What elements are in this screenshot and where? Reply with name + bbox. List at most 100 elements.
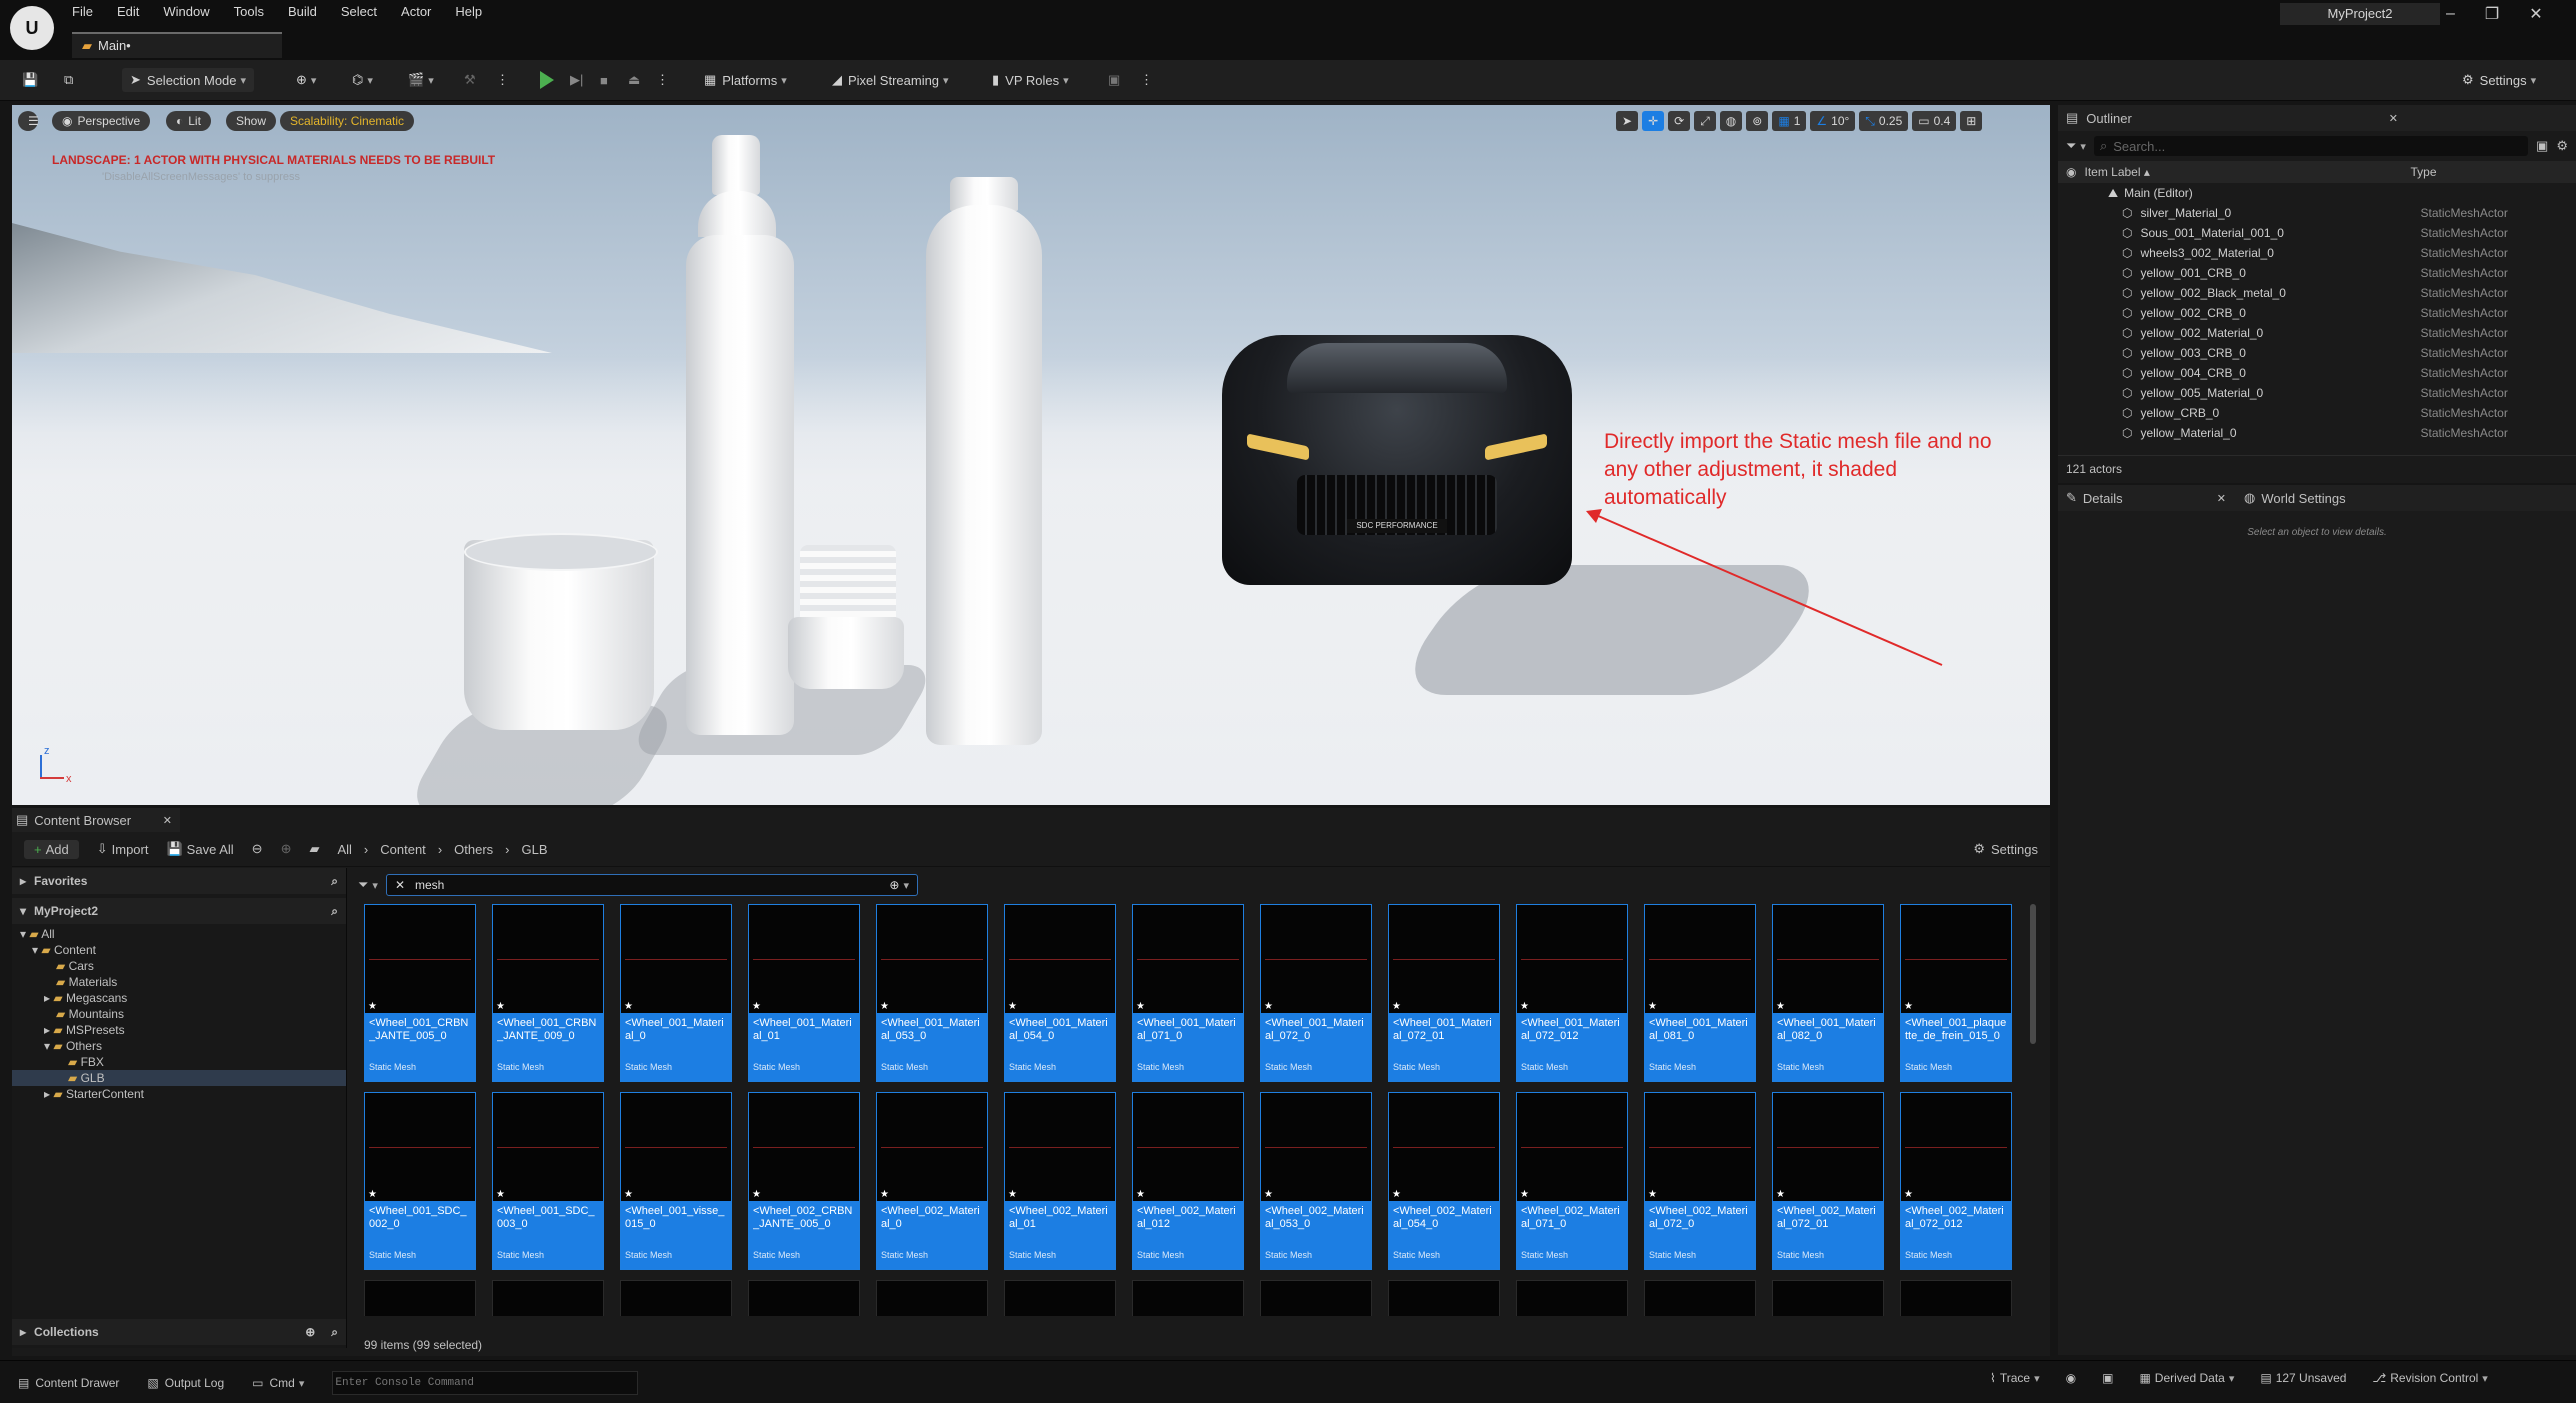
asset-tile-partial[interactable] — [1644, 1280, 1756, 1316]
settings-dropdown[interactable]: ⚙ Settings — [2462, 68, 2536, 92]
asset-tile[interactable]: ★ <Wheel_001_Material_072_012 Static Mesh — [1516, 904, 1628, 1082]
lit-button[interactable]: ◐ Lit — [166, 111, 211, 131]
asset-tile-partial[interactable] — [876, 1280, 988, 1316]
project-section[interactable]: ▾ MyProject2 ⌕ — [12, 898, 346, 924]
favorite-star-icon[interactable]: ★ — [1648, 1001, 1657, 1012]
outliner-row[interactable]: ⬡ yellow_Material_0 StaticMeshActor — [2058, 423, 2576, 443]
menu-tools[interactable]: Tools — [234, 4, 264, 19]
favorite-star-icon[interactable]: ★ — [624, 1001, 633, 1012]
tree-materials[interactable]: ▰ Materials — [12, 974, 346, 990]
outliner-row[interactable]: ⬡ yellow_CRB_0 StaticMeshActor — [2058, 403, 2576, 423]
virtual-camera-icon[interactable]: ▣ — [1108, 68, 1120, 92]
translate-icon[interactable]: ✛ — [1642, 111, 1665, 131]
menu-help[interactable]: Help — [455, 4, 482, 19]
outliner-row[interactable]: ⬡ yellow_002_Black_metal_0 StaticMeshActor — [2058, 283, 2576, 303]
outliner-row[interactable]: ⬡ wheels3_002_Material_0 StaticMeshActor — [2058, 243, 2576, 263]
favorite-star-icon[interactable]: ★ — [880, 1189, 889, 1200]
asset-tile[interactable]: ★ <Wheel_002_Material_072_0 Static Mesh — [1644, 1092, 1756, 1270]
asset-tile-partial[interactable] — [492, 1280, 604, 1316]
asset-tile[interactable]: ★ <Wheel_001_Material_071_0 Static Mesh — [1132, 904, 1244, 1082]
filter-icon[interactable]: ⏷ — [358, 877, 378, 893]
favorite-star-icon[interactable]: ★ — [1264, 1189, 1273, 1200]
minimize-icon[interactable]: – — [2446, 5, 2455, 23]
collections-section[interactable]: ▸ Collections ⊕ ⌕ — [12, 1319, 346, 1345]
tree-mountains[interactable]: ▰ Mountains — [12, 1006, 346, 1022]
asset-tile-partial[interactable] — [1004, 1280, 1116, 1316]
outliner-search-input[interactable]: ⌕ Search... — [2093, 136, 2529, 156]
breadcrumb-glb[interactable]: GLB — [522, 842, 548, 857]
tab-details[interactable]: ✎ Details ✕ — [2066, 490, 2226, 506]
asset-tile-partial[interactable] — [1516, 1280, 1628, 1316]
save-all-button[interactable]: 💾 Save All — [166, 841, 233, 857]
asset-tile[interactable]: ★ <Wheel_002_Material_054_0 Static Mesh — [1388, 1092, 1500, 1270]
grid-snap-button[interactable]: ▦ 1 — [1772, 111, 1807, 131]
asset-tile[interactable]: ★ <Wheel_001_SDC_003_0 Static Mesh — [492, 1092, 604, 1270]
asset-tile[interactable]: ★ <Wheel_001_Material_072_01 Static Mesh — [1388, 904, 1500, 1082]
vp-roles-dropdown[interactable]: ▮ VP Roles — [992, 68, 1069, 92]
select-icon[interactable]: ➤ — [1616, 111, 1639, 131]
breadcrumb-content[interactable]: Content — [380, 842, 426, 857]
asset-tile[interactable]: ★ <Wheel_001_Material_0 Static Mesh — [620, 904, 732, 1082]
menu-file[interactable]: File — [72, 4, 93, 19]
screenshot-icon[interactable]: ▣ — [2102, 1371, 2113, 1385]
tree-mspresets[interactable]: ▸ ▰ MSPresets — [12, 1022, 346, 1038]
show-button[interactable]: Show — [226, 111, 277, 131]
import-button[interactable]: ⇩ Import — [97, 841, 149, 857]
visibility-icon[interactable]: ◉ — [2066, 165, 2076, 179]
platforms-dropdown[interactable]: ▦ Platforms — [704, 68, 787, 92]
tree-glb[interactable]: ▰ GLB — [12, 1070, 346, 1086]
scale-snap-button[interactable]: ⤡ 0.25 — [1859, 111, 1909, 131]
tree-cars[interactable]: ▰ Cars — [12, 958, 346, 974]
tree-others[interactable]: ▾ ▰ Others — [12, 1038, 346, 1054]
asset-tile-partial[interactable] — [748, 1280, 860, 1316]
favorite-star-icon[interactable]: ★ — [1392, 1189, 1401, 1200]
outliner-root[interactable]: ⛰ Main (Editor) — [2058, 183, 2576, 203]
cb-settings-button[interactable]: ⚙ Settings — [1973, 841, 2038, 857]
angle-snap-button[interactable]: ∠ 10° — [1810, 111, 1856, 131]
asset-tile[interactable]: ★ <Wheel_001_SDC_002_0 Static Mesh — [364, 1092, 476, 1270]
selection-mode-dropdown[interactable]: ➤ Selection Mode — [122, 68, 255, 92]
tree-fbx[interactable]: ▰ FBX — [12, 1054, 346, 1070]
outliner-close-icon[interactable]: ✕ — [2389, 112, 2398, 125]
revision-control-dropdown[interactable]: ⎇ Revision Control — [2372, 1371, 2487, 1385]
blueprint-icon[interactable]: ⌬ — [352, 68, 373, 92]
favorite-star-icon[interactable]: ★ — [1520, 1189, 1529, 1200]
asset-tile[interactable]: ★ <Wheel_001_Material_082_0 Static Mesh — [1772, 904, 1884, 1082]
favorite-star-icon[interactable]: ★ — [368, 1189, 377, 1200]
asset-tile[interactable]: ★ <Wheel_001_CRBN_JANTE_009_0 Static Mesh — [492, 904, 604, 1082]
derived-data-dropdown[interactable]: ▦ Derived Data — [2139, 1371, 2234, 1385]
asset-tile[interactable]: ★ <Wheel_002_Material_01 Static Mesh — [1004, 1092, 1116, 1270]
outliner-settings-icon[interactable]: ⚙ — [2556, 138, 2568, 154]
menu-build[interactable]: Build — [288, 4, 317, 19]
viewport-layout-icon[interactable]: ⊞ — [1960, 111, 1983, 131]
perspective-button[interactable]: ◉ Perspective — [52, 111, 151, 131]
favorites-search-icon[interactable]: ⌕ — [331, 874, 338, 889]
favorite-star-icon[interactable]: ★ — [624, 1189, 633, 1200]
close-icon[interactable]: ✕ — [2529, 4, 2542, 24]
favorite-star-icon[interactable]: ★ — [368, 1001, 377, 1012]
cinematics-icon[interactable]: 🎬 — [408, 68, 434, 92]
outliner-row[interactable]: ⬡ yellow_004_CRB_0 StaticMeshActor — [2058, 363, 2576, 383]
asset-tile-partial[interactable] — [1900, 1280, 2012, 1316]
more-options-icon[interactable]: ⋮ — [496, 68, 509, 92]
scalability-button[interactable]: Scalability: Cinematic — [280, 111, 415, 131]
viewport-menu-icon[interactable]: ☰ — [18, 111, 39, 131]
outliner-row[interactable]: ⬡ yellow_002_CRB_0 StaticMeshActor — [2058, 303, 2576, 323]
outliner-row[interactable]: ⬡ yellow_005_Material_0 StaticMeshActor — [2058, 383, 2576, 403]
tree-startercontent[interactable]: ▸ ▰ StarterContent — [12, 1086, 346, 1102]
asset-tile[interactable]: ★ <Wheel_002_Material_053_0 Static Mesh — [1260, 1092, 1372, 1270]
asset-tile[interactable]: ★ <Wheel_001_Material_053_0 Static Mesh — [876, 904, 988, 1082]
clear-search-icon[interactable]: ✕ — [395, 878, 405, 892]
asset-grid-scrollbar[interactable] — [2030, 904, 2036, 1044]
favorite-star-icon[interactable]: ★ — [1392, 1001, 1401, 1012]
breadcrumb-all[interactable]: All — [337, 842, 351, 857]
tree-all[interactable]: ▾ ▰ All — [12, 926, 346, 942]
add-button[interactable]: + Add — [24, 839, 79, 859]
favorite-star-icon[interactable]: ★ — [496, 1001, 505, 1012]
asset-tile[interactable]: ★ <Wheel_001_plaquette_de_frein_015_0 Stat… — [1900, 904, 2012, 1082]
outliner-tab[interactable]: ▤ Outliner ✕ — [2058, 105, 2576, 131]
scale-icon[interactable]: ⤢ — [1694, 111, 1716, 131]
menu-actor[interactable]: Actor — [401, 4, 431, 19]
history-forward-icon[interactable]: ⊕ — [281, 841, 292, 857]
asset-tile[interactable]: ★ <Wheel_001_Material_072_0 Static Mesh — [1260, 904, 1372, 1082]
